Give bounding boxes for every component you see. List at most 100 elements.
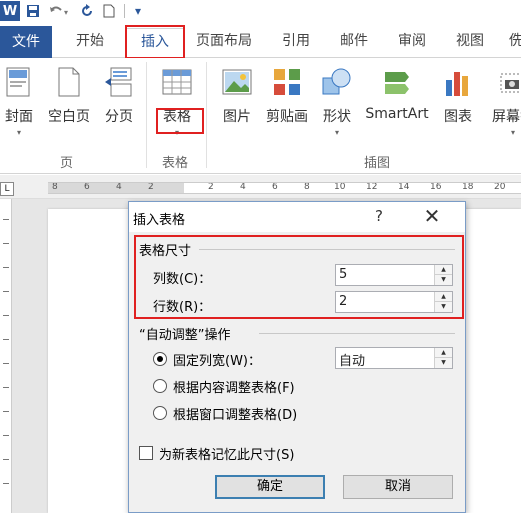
ruler-tick-label: 16 <box>430 182 442 192</box>
vertical-ruler[interactable] <box>0 199 12 513</box>
table-icon <box>161 66 193 98</box>
clipart-icon <box>271 66 303 98</box>
dialog-title-bar[interactable]: 插入表格 ? ✕ <box>129 202 465 232</box>
undo-icon[interactable]: ▾ <box>46 2 74 20</box>
clipart-label: 剪贴画 <box>266 109 308 125</box>
tab-stop-selector[interactable]: L <box>0 182 14 196</box>
ruler-tick-label: 18 <box>462 182 474 192</box>
smartart-icon <box>381 66 413 98</box>
screenshot-icon <box>497 66 521 98</box>
page-break-icon <box>103 66 135 98</box>
spinner-buttons: ▲ ▼ <box>434 348 452 368</box>
pages-group-label: 页 <box>60 156 74 171</box>
blank-page-label: 空白页 <box>48 109 90 125</box>
chart-label: 图表 <box>444 109 472 125</box>
horizontal-ruler[interactable]: 8 6 4 2 2 4 6 8 10 12 14 16 18 20 <box>48 182 521 194</box>
ruler-tick-label: 6 <box>272 182 278 192</box>
autofit-content-radio[interactable] <box>153 379 167 393</box>
autofit-window-radio[interactable] <box>153 406 167 420</box>
tab-file[interactable]: 文件 <box>0 26 52 58</box>
autofit-title: “自动调整”操作 <box>139 328 231 343</box>
page-break-button[interactable]: 分页 <box>94 62 144 152</box>
spin-down-icon[interactable]: ▼ <box>435 358 452 368</box>
ruler-bar: L 8 6 4 2 2 4 6 8 10 12 14 16 18 20 <box>0 175 521 199</box>
fixed-width-spinner[interactable]: 自动 ▲ ▼ <box>335 347 453 369</box>
fixed-width-value[interactable]: 自动 <box>339 350 365 369</box>
table-button-highlight <box>156 108 204 134</box>
ruler-tick-label: 4 <box>116 182 122 192</box>
shapes-icon <box>321 66 353 98</box>
remember-size-label: 为新表格记忆此尺寸(S) <box>159 448 295 463</box>
ruler-tick-label: 20 <box>494 182 506 192</box>
illustrations-group-label: 插图 <box>364 156 391 171</box>
cover-page-icon <box>3 66 35 98</box>
cancel-button[interactable]: 取消 <box>343 475 453 499</box>
cover-page-label: 封面 <box>5 109 33 125</box>
help-button[interactable]: ? <box>369 207 389 225</box>
tab-overflow[interactable]: 侁 <box>506 28 521 58</box>
smartart-label: SmartArt <box>365 106 429 122</box>
ruler-tick <box>3 435 9 436</box>
screenshot-button[interactable]: 屏幕截 ▾ <box>483 62 521 152</box>
ruler-tick <box>3 315 9 316</box>
tab-references[interactable]: 引用 <box>268 28 324 58</box>
ruler-tick-label: 14 <box>398 182 410 192</box>
blank-page-button[interactable]: 空白页 <box>44 62 94 152</box>
section-divider <box>259 333 455 334</box>
svg-text:▾: ▾ <box>64 8 68 17</box>
ruler-tick-label: 6 <box>84 182 90 192</box>
smartart-button[interactable]: SmartArt <box>362 62 432 152</box>
ruler-tick <box>3 219 9 220</box>
ruler-tick-label: 12 <box>366 182 378 192</box>
ruler-tick <box>3 387 9 388</box>
blank-page-icon <box>53 66 85 98</box>
ruler-tick <box>3 363 9 364</box>
toolbar-divider <box>124 4 125 18</box>
close-button[interactable]: ✕ <box>419 204 445 228</box>
shapes-button[interactable]: 形状 ▾ <box>312 62 362 152</box>
ruler-tick <box>3 459 9 460</box>
cover-page-button[interactable]: 封面 ▾ <box>0 62 44 152</box>
quick-access-toolbar: W ▾ ▾ <box>0 0 521 22</box>
customize-toolbar-icon[interactable]: ▾ <box>129 2 147 20</box>
remember-size-checkbox[interactable] <box>139 446 153 460</box>
picture-button[interactable]: 图片 <box>212 62 262 152</box>
chevron-down-icon: ▾ <box>16 128 21 137</box>
ribbon-tabs: 文件 开始 插入 页面布局 引用 邮件 审阅 视图 侁 <box>0 22 521 58</box>
clipart-button[interactable]: 剪贴画 <box>262 62 312 152</box>
spin-up-icon[interactable]: ▲ <box>435 348 452 358</box>
ruler-tick <box>3 267 9 268</box>
tab-mailings[interactable]: 邮件 <box>326 28 382 58</box>
picture-label: 图片 <box>223 109 251 125</box>
ribbon-insert: 封面 ▾ 空白页 分页 页 表格 ▾ 表格 图片 剪贴画 形状 ▾ SmartA… <box>0 58 521 174</box>
new-doc-icon[interactable] <box>100 2 118 20</box>
ruler-tick-label: 2 <box>208 182 214 192</box>
insert-tab-highlight <box>125 25 185 59</box>
redo-icon[interactable] <box>78 2 96 20</box>
table-group-label: 表格 <box>162 156 189 171</box>
ruler-tick-label: 8 <box>52 182 58 192</box>
save-icon[interactable] <box>24 2 42 20</box>
ruler-tick-label: 8 <box>304 182 310 192</box>
autofit-window-label: 根据窗口调整表格(D) <box>173 408 298 423</box>
chevron-down-icon: ▾ <box>510 128 515 137</box>
autofit-content-label: 根据内容调整表格(F) <box>173 381 295 396</box>
chart-icon <box>442 66 474 98</box>
ruler-tick-label: 4 <box>240 182 246 192</box>
ok-button[interactable]: 确定 <box>215 475 325 499</box>
chart-button[interactable]: 图表 <box>433 62 483 152</box>
ruler-tick <box>3 483 9 484</box>
ruler-tick-label: 10 <box>334 182 346 192</box>
table-size-highlight <box>134 235 464 319</box>
table-button[interactable]: 表格 ▾ <box>152 62 202 152</box>
ruler-tick <box>3 339 9 340</box>
picture-icon <box>221 66 253 98</box>
group-divider <box>206 62 207 168</box>
word-app-icon: W <box>0 1 20 21</box>
fixed-width-radio[interactable] <box>153 352 167 366</box>
tab-review[interactable]: 审阅 <box>384 28 440 58</box>
tab-view[interactable]: 视图 <box>442 28 498 58</box>
screenshot-label: 屏幕截 <box>492 109 521 125</box>
tab-home[interactable]: 开始 <box>60 28 120 58</box>
tab-page-layout[interactable]: 页面布局 <box>188 28 260 58</box>
